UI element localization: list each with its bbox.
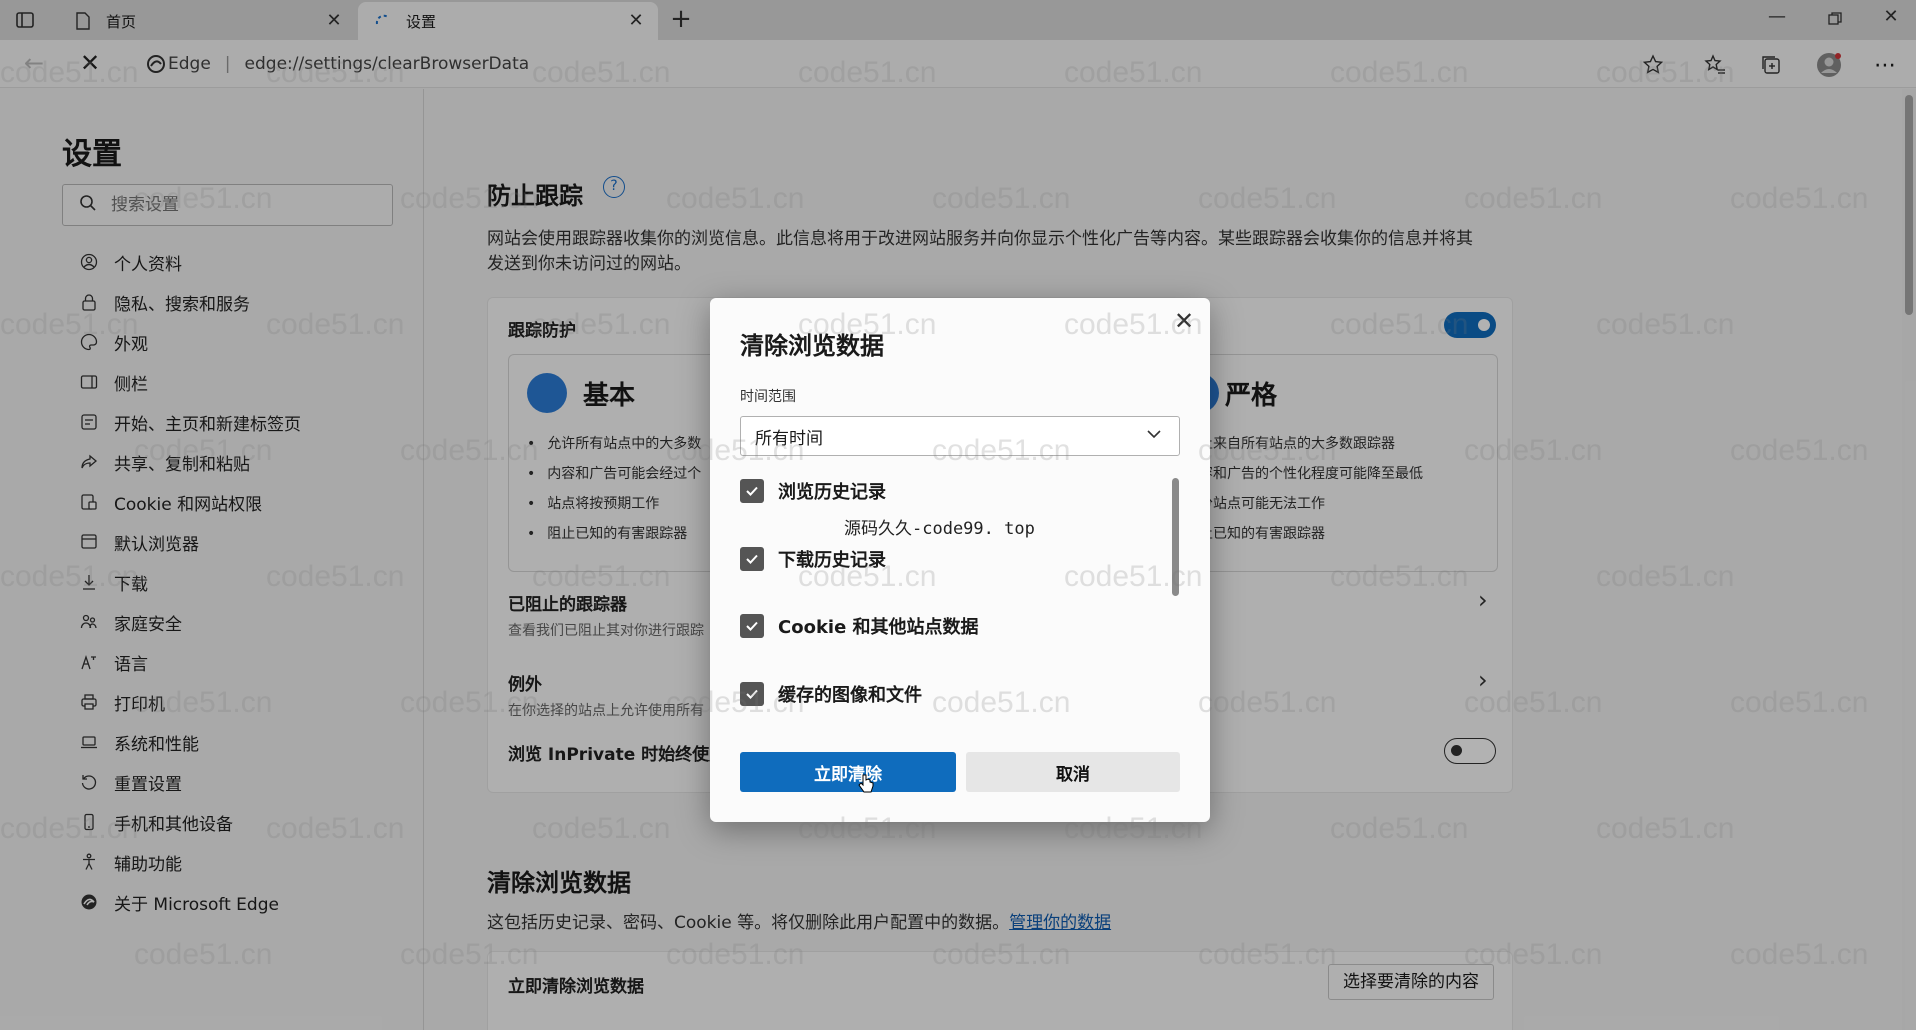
clear-browsing-data-dialog: ✕ 清除浏览数据 时间范围 所有时间 浏览历史记录 源码久久-code99. t… [710,298,1210,822]
clear-now-button[interactable]: 立即清除 [740,752,956,792]
checkbox-label: 缓存的图像和文件 [778,685,922,706]
modal-backdrop: ✕ 清除浏览数据 时间范围 所有时间 浏览历史记录 源码久久-code99. t… [0,0,1916,1030]
download-history-checkbox[interactable]: 下载历史记录 [740,546,886,572]
close-icon[interactable]: ✕ [1172,309,1196,334]
hand-cursor-icon [858,774,874,798]
chevron-down-icon [1145,425,1163,448]
checkbox-checked-icon [740,547,764,571]
dialog-title: 清除浏览数据 [740,332,884,360]
checkbox-checked-icon [740,682,764,706]
time-range-label: 时间范围 [740,389,796,405]
checkbox-checked-icon [740,614,764,638]
browsing-history-checkbox[interactable]: 浏览历史记录 [740,478,886,504]
dialog-scrollbar[interactable] [1172,478,1179,596]
checkbox-label: 浏览历史记录 [778,482,886,503]
time-range-select[interactable]: 所有时间 [740,416,1180,456]
cancel-button[interactable]: 取消 [966,752,1180,792]
checkbox-checked-icon [740,479,764,503]
checkbox-label: Cookie 和其他站点数据 [778,617,979,638]
overlay-note-text: 源码久久-code99. top [844,519,1035,539]
cookies-checkbox[interactable]: Cookie 和其他站点数据 [740,613,979,639]
time-range-value: 所有时间 [755,428,823,449]
cached-files-checkbox[interactable]: 缓存的图像和文件 [740,681,922,707]
checkbox-label: 下载历史记录 [778,550,886,571]
